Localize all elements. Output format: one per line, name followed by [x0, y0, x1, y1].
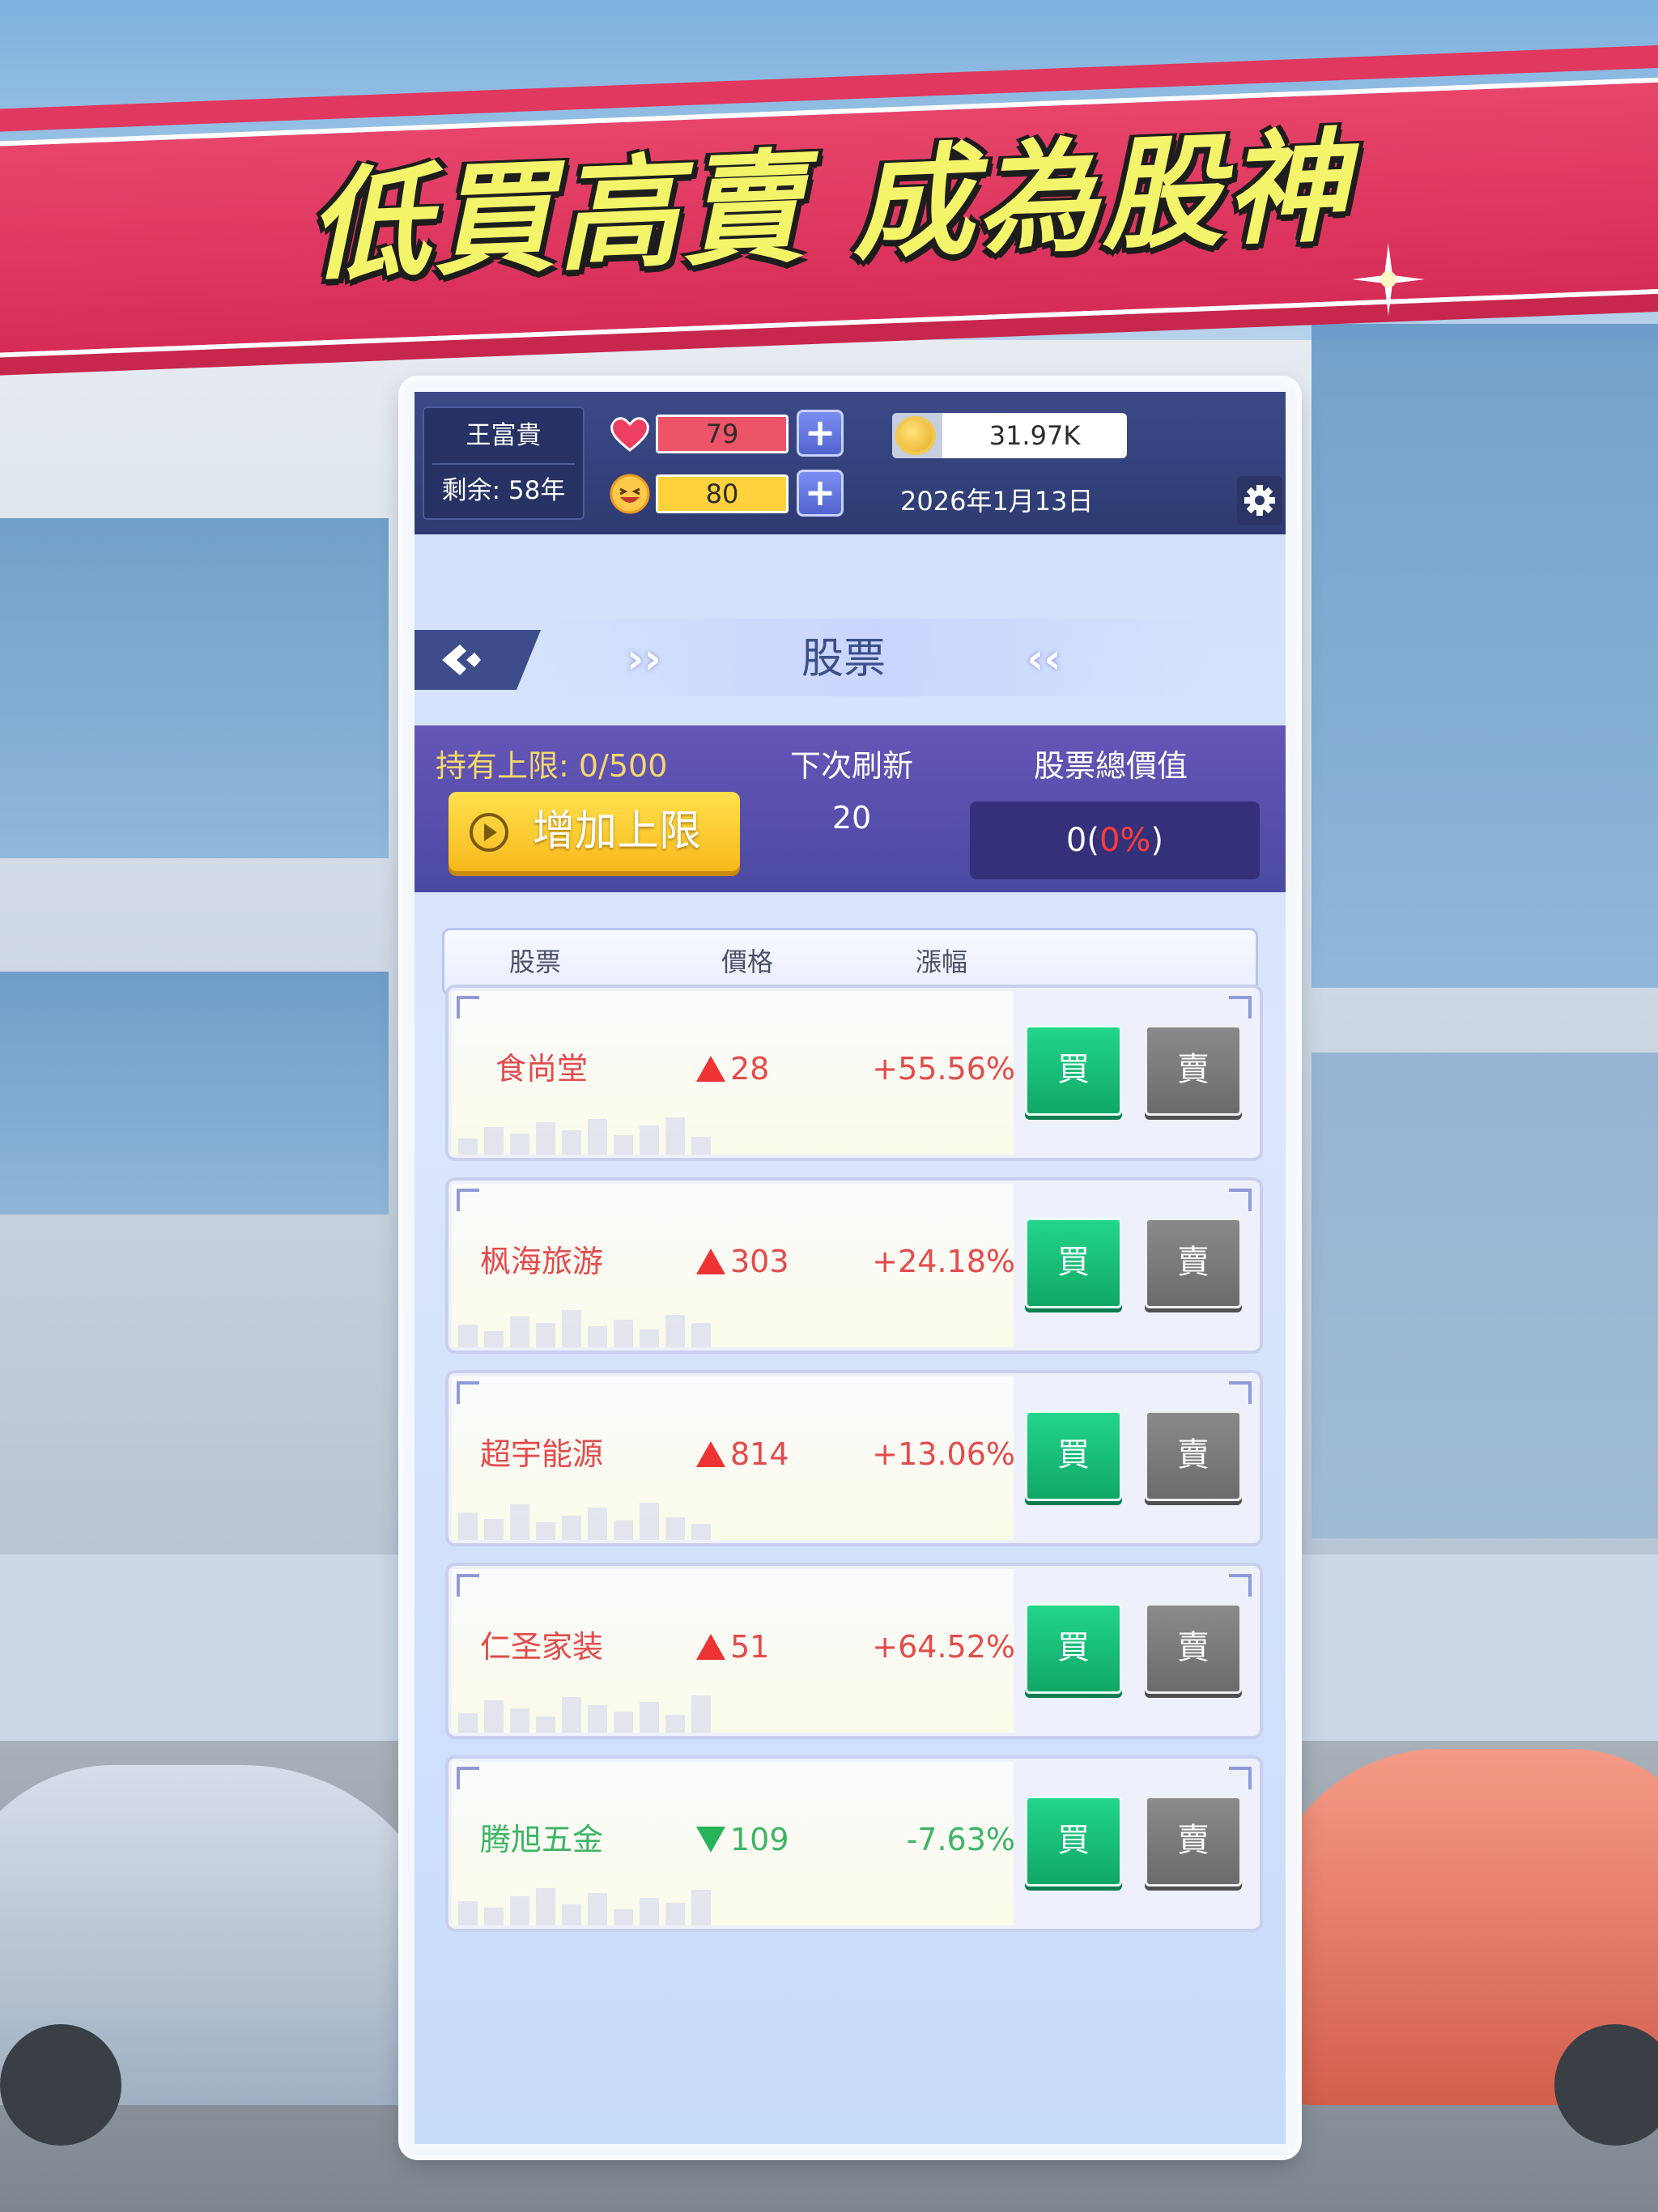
card-corner — [1229, 1574, 1252, 1597]
add-happiness-button[interactable]: + — [797, 470, 844, 517]
stock-change: +24.18% — [872, 1244, 1015, 1279]
next-refresh-value: 20 — [831, 800, 872, 836]
card-corner — [457, 1574, 479, 1597]
chevron-right-icon: ›› — [627, 635, 661, 683]
car-wheel — [0, 2024, 121, 2146]
gear-icon[interactable] — [1237, 476, 1282, 525]
sell-button[interactable]: 賣 — [1145, 1410, 1242, 1501]
status-bar: 王富貴 剩余: 58年 79 + 80 + 31.97K 2026年1月13日 — [414, 392, 1286, 534]
buy-button[interactable]: 買 — [1025, 1796, 1122, 1887]
card-corner — [1229, 1767, 1252, 1789]
stock-row[interactable]: 仁圣家装 51 +64.52% 買 賣 — [445, 1563, 1263, 1739]
money-value: 31.97K — [988, 420, 1081, 451]
arrow-down-icon — [696, 1827, 725, 1853]
health-value: 79 — [656, 415, 789, 453]
building-window — [1312, 324, 1658, 988]
stock-price: 303 — [730, 1244, 789, 1279]
sell-button[interactable]: 賣 — [1145, 1603, 1242, 1694]
happiness-stat: 80 + — [609, 470, 844, 518]
happiness-value: 80 — [656, 474, 789, 513]
player-info[interactable]: 王富貴 剩余: 58年 — [423, 406, 585, 520]
page-title: 股票 — [801, 635, 886, 683]
sell-button[interactable]: 賣 — [1145, 1025, 1242, 1116]
buy-button[interactable]: 買 — [1025, 1218, 1122, 1308]
card-corner — [457, 1189, 479, 1211]
building-window — [0, 518, 389, 858]
sell-button[interactable]: 賣 — [1145, 1218, 1242, 1308]
stock-name: 枫海旅游 — [479, 1244, 603, 1279]
buy-button[interactable]: 買 — [1025, 1603, 1122, 1694]
sell-button[interactable]: 賣 — [1145, 1796, 1242, 1887]
stock-price: 814 — [730, 1436, 789, 1472]
add-health-button[interactable]: + — [797, 410, 844, 457]
card-corner — [1229, 1381, 1252, 1404]
mini-chart-decoration — [458, 1503, 711, 1540]
heart-icon — [610, 417, 649, 452]
money-display: 31.97K — [892, 413, 1127, 458]
years-remaining: 剩余: 58年 — [441, 476, 566, 505]
increase-limit-button[interactable]: 增加上限 — [449, 792, 740, 871]
play-video-icon — [470, 813, 508, 852]
back-button[interactable] — [414, 630, 541, 690]
total-value-amount: 0( — [1065, 822, 1099, 859]
mini-chart-decoration — [458, 1695, 711, 1733]
stock-name: 腾旭五金 — [479, 1822, 603, 1857]
card-corner — [1229, 1189, 1252, 1211]
building-window — [0, 972, 389, 1214]
player-name: 王富貴 — [466, 421, 542, 450]
stock-change: +55.56% — [872, 1051, 1015, 1087]
stock-row[interactable]: 腾旭五金 109 -7.63% 買 賣 — [445, 1755, 1263, 1932]
total-value: 0(0%) — [970, 802, 1260, 879]
arrow-up-icon — [696, 1441, 725, 1467]
sparkle-icon — [1352, 243, 1425, 316]
increase-limit-label: 增加上限 — [533, 807, 702, 856]
card-corner — [457, 1381, 479, 1404]
arrow-up-icon — [696, 1249, 725, 1274]
stock-name: 仁圣家装 — [479, 1629, 603, 1665]
total-value-label: 股票總價值 — [1033, 748, 1188, 784]
holding-limit: 持有上限: 0/500 — [436, 748, 668, 784]
game-date: 2026年1月13日 — [900, 486, 1094, 517]
next-refresh-label: 下次刷新 — [789, 748, 913, 784]
stock-change: +64.52% — [872, 1629, 1015, 1665]
chevron-left-icon: ‹‹ — [1027, 635, 1061, 683]
arrow-up-icon — [696, 1634, 725, 1660]
coin-icon — [895, 416, 936, 455]
laughing-face-icon — [610, 474, 650, 514]
building-window — [1312, 1053, 1658, 1538]
mini-chart-decoration — [458, 1310, 711, 1347]
buy-button[interactable]: 買 — [1025, 1025, 1122, 1116]
game-screen-frame: 王富貴 剩余: 58年 79 + 80 + 31.97K 2026年1月13日 … — [403, 381, 1297, 2155]
stock-price: 28 — [730, 1051, 770, 1087]
card-corner — [457, 996, 479, 1019]
stock-row[interactable]: 枫海旅游 303 +24.18% 買 賣 — [445, 1177, 1263, 1354]
page-header: ›› 股票 ‹‹ — [414, 610, 1286, 696]
total-value-box: 0(0%) — [970, 802, 1260, 879]
card-corner — [457, 1767, 479, 1789]
stock-price: 51 — [730, 1629, 770, 1665]
stock-price: 109 — [730, 1822, 789, 1857]
stock-screen: 王富貴 剩余: 58年 79 + 80 + 31.97K 2026年1月13日 … — [414, 392, 1286, 2144]
divider — [432, 463, 575, 465]
arrow-up-icon — [696, 1056, 725, 1082]
stock-name: 食尚堂 — [495, 1051, 588, 1087]
stock-row[interactable]: 食尚堂 28 +55.56% 買 賣 — [445, 985, 1263, 1161]
stock-name: 超宇能源 — [479, 1436, 603, 1472]
mini-chart-decoration — [458, 1888, 711, 1925]
total-value-percent: 0% — [1099, 822, 1151, 859]
portfolio-info: 持有上限: 0/500 增加上限 下次刷新 20 股票總價值 0(0%) — [414, 725, 1286, 892]
stock-row[interactable]: 超宇能源 814 +13.06% 買 賣 — [445, 1370, 1263, 1546]
total-value-close: ) — [1150, 822, 1164, 859]
mini-chart-decoration — [458, 1117, 711, 1155]
buy-button[interactable]: 買 — [1025, 1410, 1122, 1501]
stock-change: -7.63% — [906, 1822, 1015, 1857]
stock-change: +13.06% — [872, 1436, 1015, 1472]
health-stat: 79 + — [609, 410, 844, 458]
card-corner — [1229, 996, 1252, 1019]
